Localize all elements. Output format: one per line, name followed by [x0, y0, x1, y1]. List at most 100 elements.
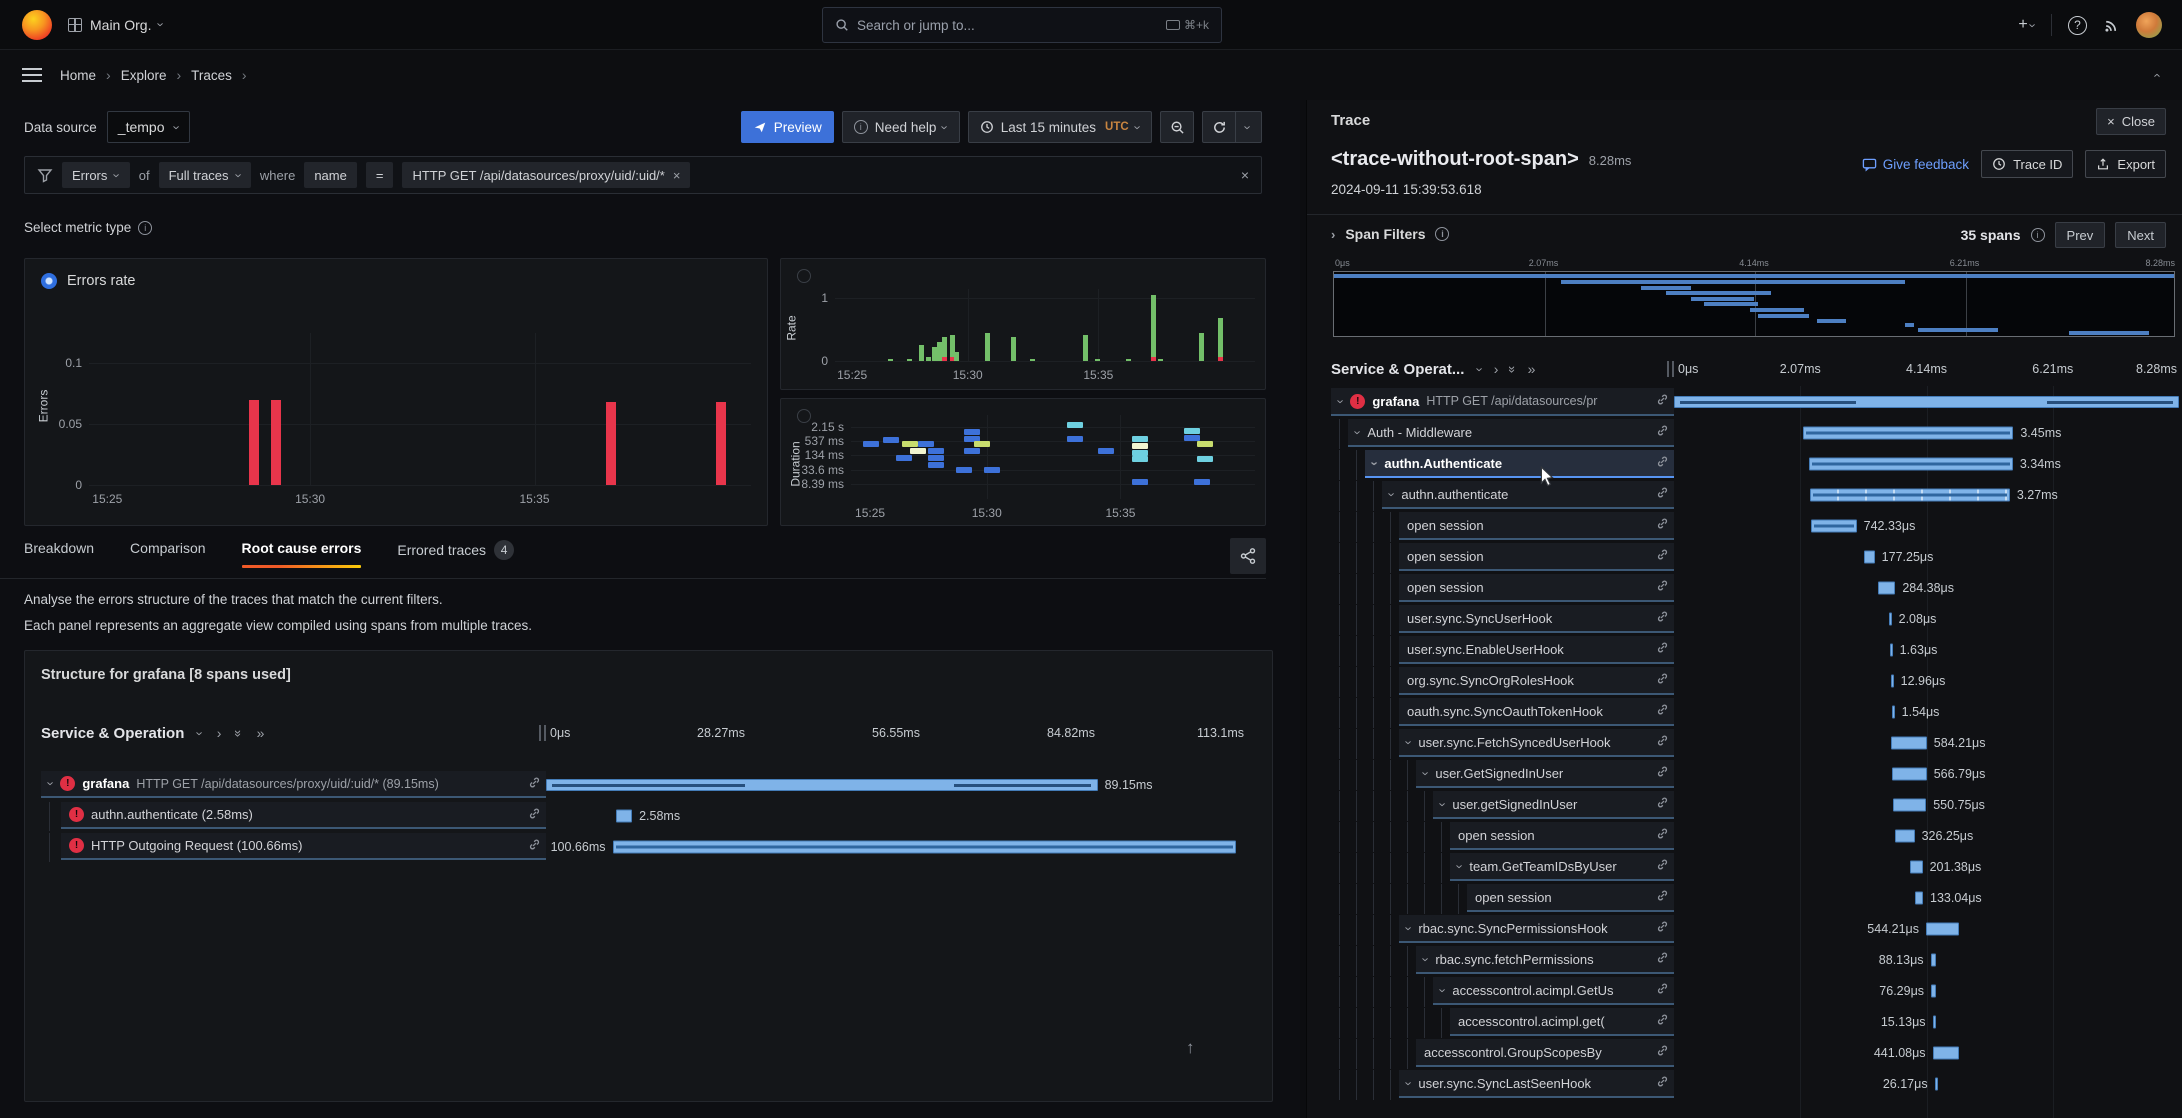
- rate-bar[interactable]: [926, 357, 931, 361]
- rate-bar[interactable]: [1095, 359, 1100, 362]
- zoom-out-button[interactable]: [1160, 111, 1194, 143]
- rate-bar[interactable]: [888, 359, 893, 362]
- span-row[interactable]: accesscontrol.GroupScopesBy441.08μs: [1331, 1039, 2178, 1067]
- heatmap-cell[interactable]: [863, 441, 879, 447]
- span-bar[interactable]: [1893, 799, 1927, 812]
- span-row[interactable]: ›team.GetTeamIDsByUser201.38μs: [1331, 853, 2178, 881]
- collapse-all-icon[interactable]: »: [1507, 365, 1520, 372]
- refresh-interval-button[interactable]: ›: [1236, 111, 1262, 143]
- rate-bar[interactable]: [1151, 295, 1156, 357]
- link-icon[interactable]: [1656, 765, 1669, 781]
- link-icon[interactable]: [528, 838, 541, 854]
- chevron-down-icon[interactable]: ›: [1403, 926, 1416, 930]
- span-name-cell[interactable]: ›authn.authenticate: [1382, 481, 1674, 509]
- link-icon[interactable]: [1656, 393, 1669, 409]
- link-icon[interactable]: [1656, 579, 1669, 595]
- filter-scope-pill[interactable]: Full traces›: [159, 162, 251, 188]
- span-row[interactable]: !HTTP Outgoing Request (100.66ms)100.66m…: [41, 833, 1256, 860]
- span-name-cell[interactable]: ›user.GetSignedInUser: [1416, 760, 1674, 788]
- clear-filters-icon[interactable]: ×: [1241, 167, 1249, 183]
- breadcrumb-item[interactable]: Explore: [121, 68, 167, 83]
- rate-error-bar[interactable]: [1151, 357, 1156, 361]
- link-icon[interactable]: [1656, 1013, 1669, 1029]
- rate-bar[interactable]: [919, 345, 924, 361]
- menu-toggle-icon[interactable]: [22, 68, 42, 82]
- rate-bar[interactable]: [1218, 318, 1223, 357]
- expand-all-icon[interactable]: »: [1528, 361, 1536, 377]
- link-icon[interactable]: [1656, 1075, 1669, 1091]
- rate-bar[interactable]: [1199, 333, 1204, 361]
- span-bar[interactable]: [1891, 737, 1927, 750]
- span-row[interactable]: oauth.sync.SyncOauthTokenHook1.54μs: [1331, 698, 2178, 726]
- span-bar[interactable]: [1915, 892, 1923, 905]
- duration-chart[interactable]: 2.15 s537 ms134 ms33.6 ms8.39 ms15:2515:…: [851, 415, 1255, 499]
- span-name-cell[interactable]: org.sync.SyncOrgRolesHook: [1399, 667, 1674, 695]
- heatmap-cell[interactable]: [1184, 435, 1200, 441]
- rate-bar[interactable]: [1011, 337, 1016, 361]
- error-bar[interactable]: [271, 400, 281, 485]
- rate-radio[interactable]: [797, 269, 811, 283]
- chevron-down-icon[interactable]: ›: [1403, 740, 1416, 744]
- span-name-cell[interactable]: ›!grafanaHTTP GET /api/datasources/pr: [1331, 388, 1674, 416]
- span-bar[interactable]: [616, 809, 632, 822]
- rate-chart[interactable]: 1015:2515:3015:35: [835, 289, 1255, 361]
- chevron-down-icon[interactable]: ›: [1386, 492, 1399, 496]
- tab-breakdown[interactable]: Breakdown: [24, 540, 94, 568]
- span-bar[interactable]: [1803, 427, 2014, 440]
- close-button[interactable]: × Close: [2096, 108, 2166, 135]
- link-icon[interactable]: [1656, 889, 1669, 905]
- span-bar[interactable]: [1910, 861, 1922, 874]
- heatmap-cell[interactable]: [1067, 422, 1083, 428]
- chevron-down-icon[interactable]: ›: [1437, 988, 1450, 992]
- chevron-up-icon[interactable]: ›: [2148, 73, 2163, 77]
- link-icon[interactable]: [1656, 703, 1669, 719]
- heatmap-cell[interactable]: [1197, 441, 1213, 447]
- span-name-cell[interactable]: ›rbac.sync.fetchPermissions: [1416, 946, 1674, 974]
- rate-error-bar[interactable]: [1218, 357, 1223, 361]
- heatmap-cell[interactable]: [974, 441, 990, 447]
- span-row[interactable]: ›rbac.sync.fetchPermissions88.13μs: [1331, 946, 2178, 974]
- errors-rate-chart[interactable]: 0.10.05015:2515:3015:35: [89, 333, 751, 485]
- collapse-one-icon[interactable]: ›: [194, 731, 207, 735]
- span-bar[interactable]: [1811, 520, 1856, 533]
- add-button[interactable]: +›: [2018, 16, 2035, 34]
- span-row[interactable]: ›user.sync.FetchSyncedUserHook584.21μs: [1331, 729, 2178, 757]
- span-row[interactable]: ›rbac.sync.SyncPermissionsHook544.21μs: [1331, 915, 2178, 943]
- span-bar[interactable]: [1935, 1078, 1938, 1091]
- expand-all-icon[interactable]: »: [257, 725, 265, 741]
- preview-button[interactable]: Preview: [741, 111, 834, 143]
- chevron-down-icon[interactable]: ›: [1403, 1081, 1416, 1085]
- column-resize-handle[interactable]: [539, 725, 546, 741]
- chevron-down-icon[interactable]: ›: [1352, 430, 1365, 434]
- error-bar[interactable]: [716, 402, 726, 485]
- span-row[interactable]: accesscontrol.acimpl.get(15.13μs: [1331, 1008, 2178, 1036]
- span-name-cell[interactable]: !HTTP Outgoing Request (100.66ms): [61, 833, 546, 860]
- link-icon[interactable]: [1656, 951, 1669, 967]
- error-bar[interactable]: [606, 402, 616, 485]
- span-row[interactable]: !authn.authenticate (2.58ms)2.58ms: [41, 802, 1256, 829]
- span-row[interactable]: ›authn.authenticate3.27ms: [1331, 481, 2178, 509]
- filter-value-pill[interactable]: HTTP GET /api/datasources/proxy/uid/:uid…: [402, 162, 690, 188]
- rate-bar[interactable]: [907, 359, 912, 362]
- rate-bar[interactable]: [1158, 359, 1163, 362]
- span-row[interactable]: ›!grafanaHTTP GET /api/datasources/proxy…: [41, 771, 1256, 798]
- link-icon[interactable]: [1656, 455, 1669, 471]
- tab-errored-traces[interactable]: Errored traces4: [397, 540, 514, 572]
- rate-bar[interactable]: [1126, 359, 1131, 362]
- help-icon[interactable]: ?: [2068, 16, 2087, 35]
- span-row[interactable]: open session133.04μs: [1331, 884, 2178, 912]
- heatmap-cell[interactable]: [896, 455, 912, 461]
- breadcrumb-item[interactable]: Home: [60, 68, 96, 83]
- span-bar[interactable]: [1933, 1047, 1960, 1060]
- span-bar[interactable]: [1895, 830, 1915, 843]
- span-name-cell[interactable]: open session: [1399, 512, 1674, 540]
- span-bar[interactable]: [1810, 489, 2009, 502]
- link-icon[interactable]: [528, 807, 541, 823]
- datasource-picker[interactable]: _tempo›: [107, 111, 190, 143]
- heatmap-cell[interactable]: [964, 429, 980, 435]
- link-icon[interactable]: [1656, 548, 1669, 564]
- link-icon[interactable]: [1656, 796, 1669, 812]
- column-resize-handle[interactable]: [1667, 361, 1674, 377]
- prev-button[interactable]: Prev: [2055, 222, 2106, 248]
- span-name-cell[interactable]: ›accesscontrol.acimpl.GetUs: [1433, 977, 1674, 1005]
